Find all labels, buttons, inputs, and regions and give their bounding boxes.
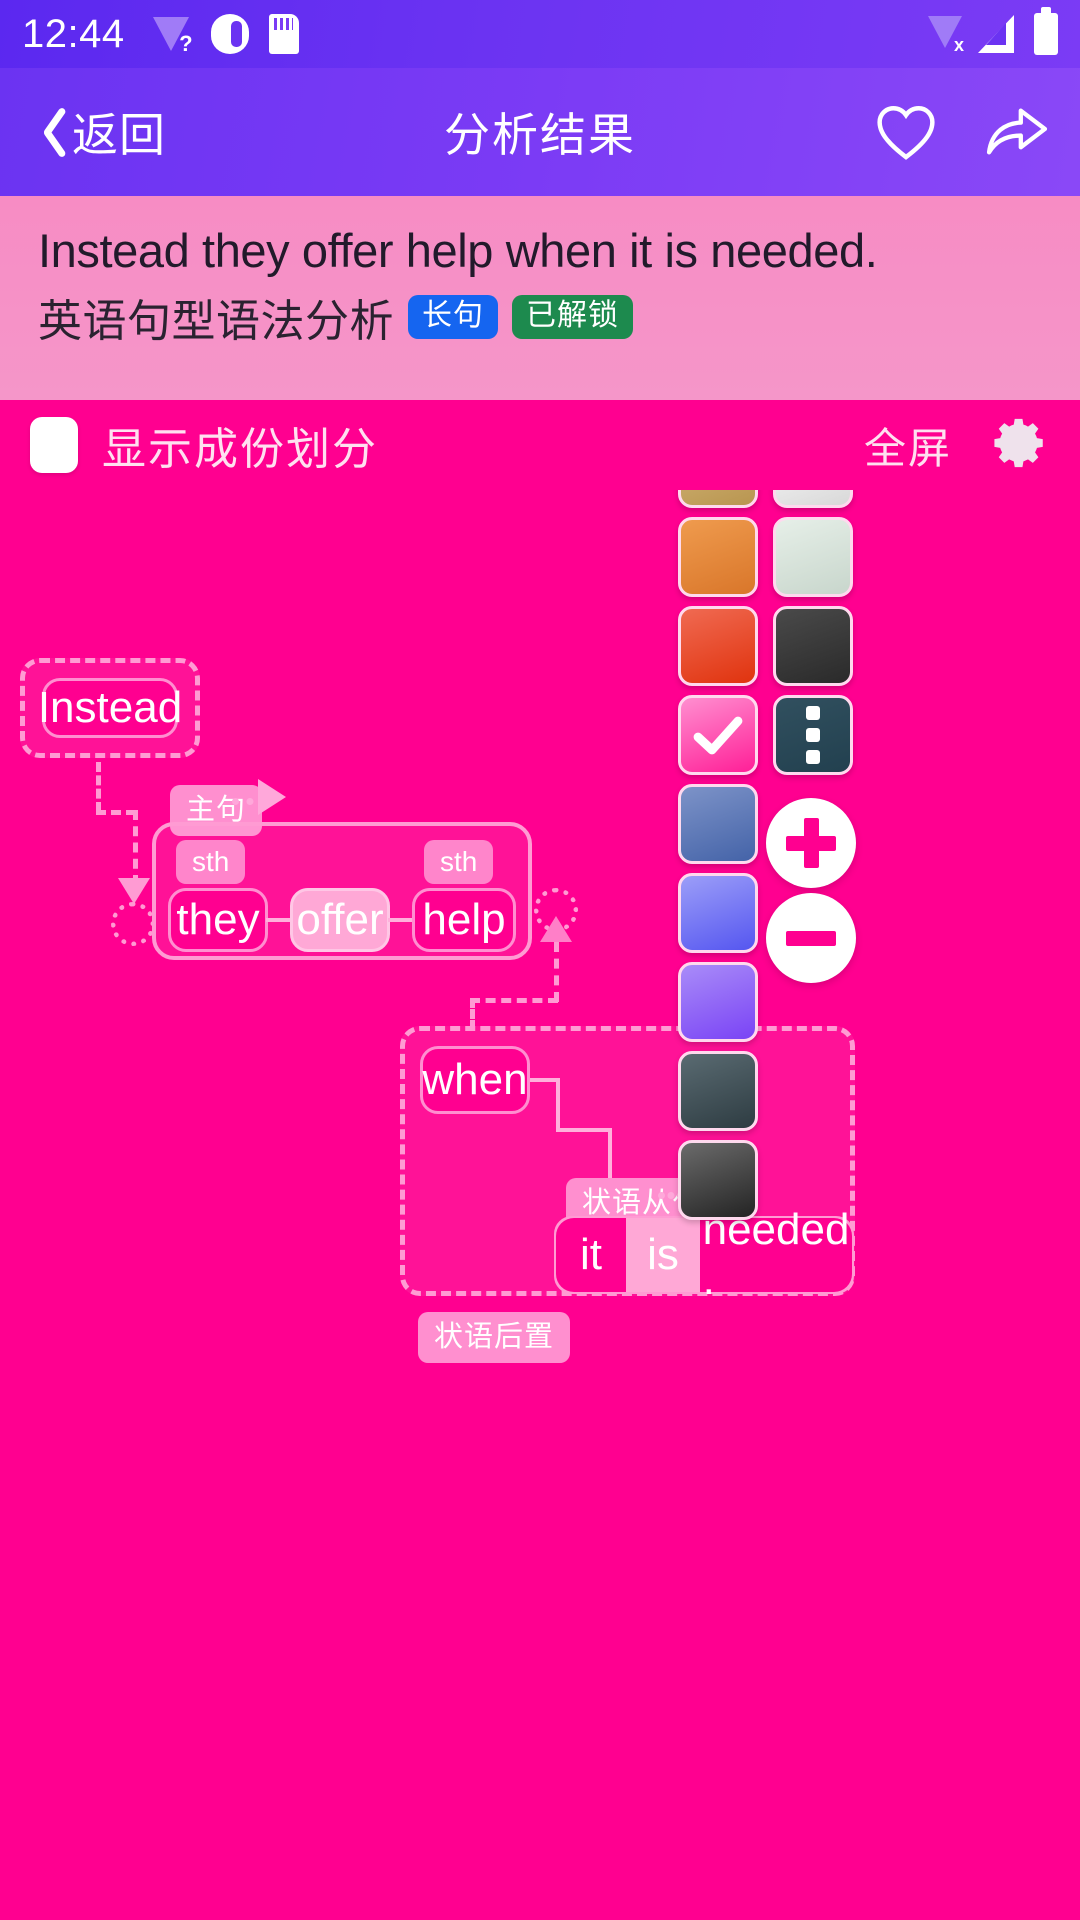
connector-subordinate-left (470, 998, 558, 1003)
word-chip-when[interactable]: when (420, 1046, 530, 1114)
connector-subordinate-up (554, 942, 559, 1002)
swatch-charcoal[interactable] (678, 1140, 758, 1220)
wifi-off-icon: x (926, 15, 964, 55)
swatch-dark-grey[interactable] (773, 606, 853, 686)
sentence-meta: 英语句型语法分析 长句 已解锁 (38, 285, 1042, 349)
connector-offer-help (388, 918, 414, 922)
status-clock: 12:44 (22, 11, 125, 56)
toolbar-right-group: 全屏 (864, 414, 1050, 477)
swatch-slate-dark[interactable] (678, 1051, 758, 1131)
plus-circle-icon-v (803, 818, 819, 868)
badge-sentence-type: 长句 (408, 295, 498, 340)
share-icon (986, 108, 1048, 155)
show-components-label: 显示成份划分 (102, 425, 378, 474)
swatch-orange[interactable] (678, 517, 758, 597)
swatch-more-menu[interactable] (773, 695, 853, 775)
chevron-left-icon (30, 103, 64, 161)
word-chip-it[interactable]: it (556, 1218, 626, 1292)
sentence-text: Instead they offer help when it is neede… (38, 224, 878, 277)
app-bar-actions (874, 103, 1050, 161)
settings-button[interactable] (992, 414, 1050, 477)
tag-main-clause-arrow (258, 779, 286, 815)
heart-icon (877, 106, 935, 160)
swatch-mint-grey[interactable] (773, 517, 853, 597)
more-vertical-icon (806, 706, 820, 720)
zoom-in-button[interactable] (766, 798, 856, 888)
badge-unlocked: 已解锁 (512, 295, 633, 340)
minus-circle-icon (786, 930, 836, 946)
word-chip-is[interactable]: is (626, 1218, 700, 1292)
status-left-icons: ? (151, 14, 299, 56)
swatch-tan[interactable] (678, 490, 758, 508)
volume-icon (210, 14, 249, 54)
fullscreen-button[interactable]: 全屏 (864, 415, 952, 476)
swatch-violet[interactable] (678, 962, 758, 1042)
sentence-panel: Instead they offer help when it is neede… (0, 196, 1080, 400)
connector-instead-down (96, 762, 101, 812)
connector-instead-arrow (118, 878, 150, 904)
favorite-button[interactable] (874, 103, 938, 161)
word-chip-needed[interactable]: needed . (700, 1205, 852, 1304)
word-chip-they[interactable]: they (168, 888, 268, 952)
swatch-red[interactable] (678, 606, 758, 686)
swatch-steel-blue[interactable] (678, 784, 758, 864)
app-bar: 返回 分析结果 (0, 68, 1080, 196)
back-button[interactable]: 返回 (30, 99, 166, 165)
tag-subject-sth: sth (176, 840, 246, 884)
signal-icon (978, 15, 1014, 53)
tag-adverbial-postposed: 状语后置 (418, 1312, 571, 1363)
status-right-icons: x (926, 7, 1058, 55)
connector-anchor-left (111, 902, 155, 946)
sentence-subtitle: 英语句型语法分析 (38, 297, 394, 347)
show-components-checkbox[interactable] (30, 417, 78, 473)
swatch-selected-check[interactable] (678, 695, 758, 775)
connector-when-v (556, 1078, 560, 1132)
more-vertical-icon-dot2 (806, 728, 820, 742)
word-chip-help[interactable]: help (412, 888, 516, 952)
grammar-diagram[interactable]: Instead 主句 sth sth they offer help when … (0, 490, 1080, 1920)
connector-subordinate-arrow (540, 916, 572, 942)
swatch-white[interactable] (773, 490, 853, 508)
wifi-question-icon: ? (151, 15, 193, 56)
gear-icon (994, 418, 1043, 467)
swatch-periwinkle[interactable] (678, 873, 758, 953)
connector-they-offer (266, 918, 292, 922)
back-label: 返回 (72, 109, 166, 161)
diagram-toolbar: 显示成份划分 全屏 (0, 400, 1080, 490)
connector-when-h2 (556, 1128, 612, 1132)
word-chip-offer[interactable]: offer (290, 888, 390, 952)
connector-instead-down2 (133, 810, 138, 885)
status-bar: 12:44 ? x (0, 0, 1080, 68)
tag-object-sth: sth (424, 840, 494, 884)
check-icon (693, 716, 743, 755)
sd-card-icon (268, 14, 299, 54)
word-chip-instead[interactable]: Instead (38, 678, 182, 738)
battery-icon (1034, 7, 1058, 55)
zoom-out-button[interactable] (766, 893, 856, 983)
share-button[interactable] (984, 103, 1050, 161)
more-vertical-icon-dot3 (806, 750, 820, 764)
connector-instead-right (96, 810, 136, 815)
